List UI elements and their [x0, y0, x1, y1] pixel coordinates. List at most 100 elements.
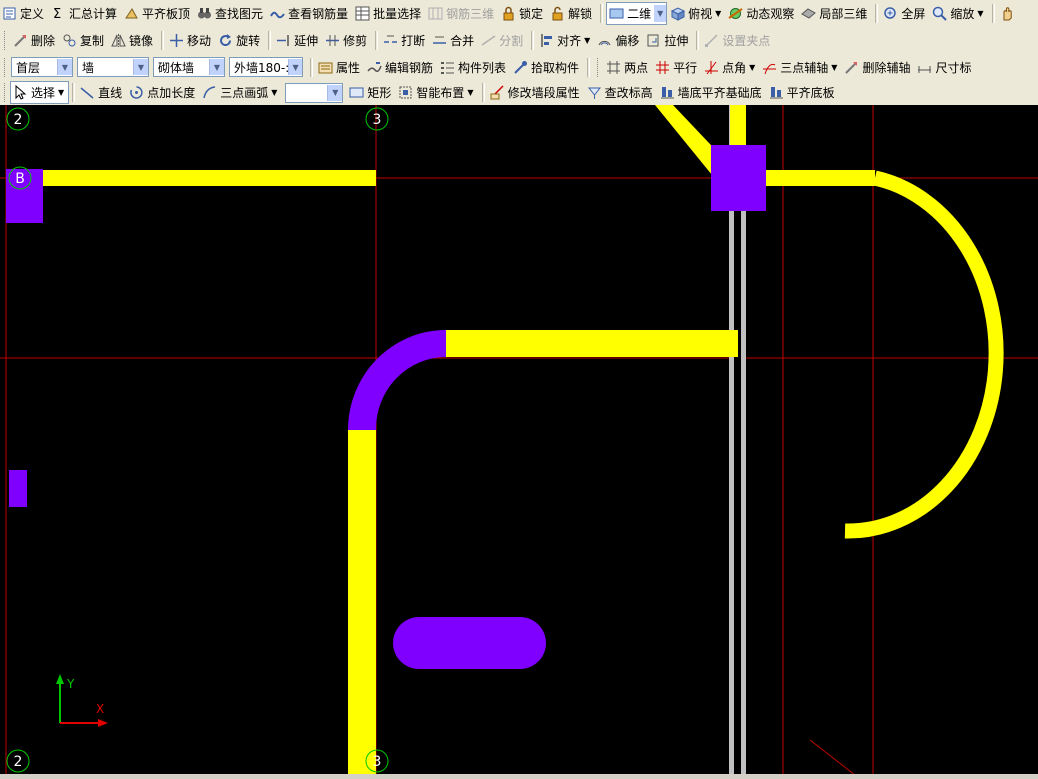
split-button[interactable]: 分割	[479, 30, 527, 51]
three-point-arc-button[interactable]: 三点画弧 ▼	[200, 82, 281, 103]
move-button[interactable]: 移动	[167, 30, 215, 51]
merge-button[interactable]: 合并	[430, 30, 478, 51]
trim-button[interactable]: 修剪	[323, 30, 371, 51]
view-mode-select[interactable]: 二维 ▼	[606, 2, 668, 25]
top-view-button[interactable]: 俯视 ▼	[668, 3, 725, 24]
chevron-down-icon: ▼	[133, 59, 148, 75]
wall-top-left[interactable]	[6, 170, 376, 186]
set-grip-button[interactable]: 设置夹点	[702, 30, 774, 51]
binoculars-icon	[197, 6, 212, 21]
copy-button[interactable]: 复制	[60, 30, 108, 51]
chevron-down-icon: ▼	[467, 88, 474, 97]
drawing-canvas[interactable]: 2 3 B 2 3 Y X	[0, 105, 1038, 779]
mirror-button[interactable]: 镜像	[109, 30, 157, 51]
toolbar-separator	[531, 31, 535, 50]
rounded-opening[interactable]	[393, 617, 546, 669]
properties-button[interactable]: 属性	[316, 57, 364, 78]
wall-left-vertical[interactable]	[348, 430, 376, 779]
chevron-down-icon: ▼	[654, 5, 667, 22]
sum-calc-button[interactable]: Σ 汇总计算	[49, 3, 121, 24]
line-icon	[80, 85, 95, 100]
align-button[interactable]: 对齐 ▼	[537, 30, 594, 51]
list-icon	[440, 60, 455, 75]
wall-bottom-flush-button[interactable]: 墙底平齐基础底	[658, 82, 766, 103]
chevron-down-icon: ▼	[831, 62, 838, 72]
wall-middle-horizontal[interactable]	[446, 330, 738, 357]
fullscreen-button[interactable]: 全屏	[881, 3, 929, 24]
chevron-down-icon: ▼	[271, 88, 278, 97]
dynamic-view-button[interactable]: 动态观察	[726, 3, 798, 24]
parallel-axis-button[interactable]: 平行	[653, 57, 701, 78]
toolbar-separator	[161, 31, 165, 50]
arc-icon	[202, 85, 217, 100]
pick-component-button[interactable]: 拾取构件	[511, 57, 583, 78]
find-element-button[interactable]: 查找图元	[195, 3, 267, 24]
break-button[interactable]: 打断	[381, 30, 429, 51]
toolbar-grip[interactable]	[597, 57, 601, 77]
component-type-select[interactable]: 墙 ▼	[77, 57, 149, 77]
point-add-length-button[interactable]: 点加长度	[127, 82, 199, 103]
define-button[interactable]: 定义	[0, 3, 48, 24]
select-button[interactable]: 选择 ▼	[9, 81, 70, 104]
dimension-button[interactable]: 尺寸标	[915, 57, 975, 78]
point-angle-axis-button[interactable]: 点角 ▼	[702, 57, 759, 78]
magnifier-icon	[932, 6, 948, 21]
local-3d-button[interactable]: 局部三维	[799, 3, 871, 24]
wall-vertical-stub[interactable]	[730, 105, 746, 145]
edit-rebar-icon	[367, 60, 382, 75]
flush-slab-icon	[124, 6, 139, 21]
batch-select-button[interactable]: 批量选择	[353, 3, 425, 24]
option-select[interactable]: ▼	[285, 82, 344, 103]
zoom-button[interactable]: 缩放 ▼	[930, 3, 987, 24]
modify-wall-segment-button[interactable]: 修改墙段属性	[488, 82, 584, 103]
point-length-icon	[129, 85, 144, 100]
flush-slab-bottom-button[interactable]: 平齐底板	[767, 82, 839, 103]
flush-slab-top-button[interactable]: 平齐板顶	[122, 3, 194, 24]
component-subtype-select[interactable]: 砌体墙 ▼	[153, 57, 225, 77]
rebar-3d-button[interactable]: 钢筋三维	[426, 3, 498, 24]
hand-icon	[1000, 6, 1015, 21]
eraser-icon	[13, 33, 28, 48]
smart-layout-icon	[398, 85, 413, 100]
rectangle-button[interactable]: 矩形	[347, 82, 395, 103]
three-point-axis-button[interactable]: 三点辅轴 ▼	[760, 57, 841, 78]
stretch-button[interactable]: 拉伸	[644, 30, 692, 51]
axis-label-B: B	[15, 171, 25, 187]
component-list-button[interactable]: 构件列表	[438, 57, 510, 78]
three-point-axis-icon	[762, 60, 777, 75]
two-points-axis-button[interactable]: 两点	[604, 57, 652, 78]
check-elevation-button[interactable]: 查改标高	[585, 82, 657, 103]
component-select[interactable]: 外墙180-: ▼	[229, 57, 303, 77]
delete-button[interactable]: 删除	[11, 30, 59, 51]
extend-button[interactable]: 延伸	[274, 30, 322, 51]
edit-rebar-button[interactable]: 编辑钢筋	[365, 57, 437, 78]
floor-select[interactable]: 首层 ▼	[11, 57, 73, 77]
ucs-x-label: X	[96, 702, 104, 716]
column-small-left[interactable]	[9, 470, 27, 507]
toolbar-separator	[481, 83, 485, 102]
move-icon	[169, 33, 184, 48]
toolbar-grip[interactable]	[4, 31, 8, 50]
svg-text:Σ: Σ	[53, 7, 61, 21]
column-right[interactable]	[711, 145, 766, 211]
unlock-button[interactable]: 解锁	[548, 3, 596, 24]
pan-button[interactable]	[998, 3, 1022, 24]
toolbar-separator	[375, 31, 379, 50]
define-icon	[2, 6, 17, 21]
rotate-button[interactable]: 旋转	[216, 30, 264, 51]
toolbar-separator	[268, 31, 272, 50]
stretch-icon	[646, 33, 661, 48]
delete-axis-button[interactable]: 删除辅轴	[842, 57, 914, 78]
draw-line-button[interactable]: 直线	[78, 82, 126, 103]
point-angle-icon	[704, 60, 719, 75]
offset-button[interactable]: 偏移	[595, 30, 643, 51]
zoom-extent-icon	[883, 6, 898, 21]
toolbar-grip[interactable]	[4, 83, 8, 102]
canvas-background	[0, 105, 1038, 779]
offset-icon	[597, 33, 612, 48]
view-rebar-qty-button[interactable]: 查看钢筋量	[268, 3, 352, 24]
lock-button[interactable]: 锁定	[499, 3, 547, 24]
smart-layout-button[interactable]: 智能布置 ▼	[396, 82, 477, 103]
toolbar-grip[interactable]	[4, 57, 8, 77]
wall-segment-icon	[490, 85, 505, 100]
